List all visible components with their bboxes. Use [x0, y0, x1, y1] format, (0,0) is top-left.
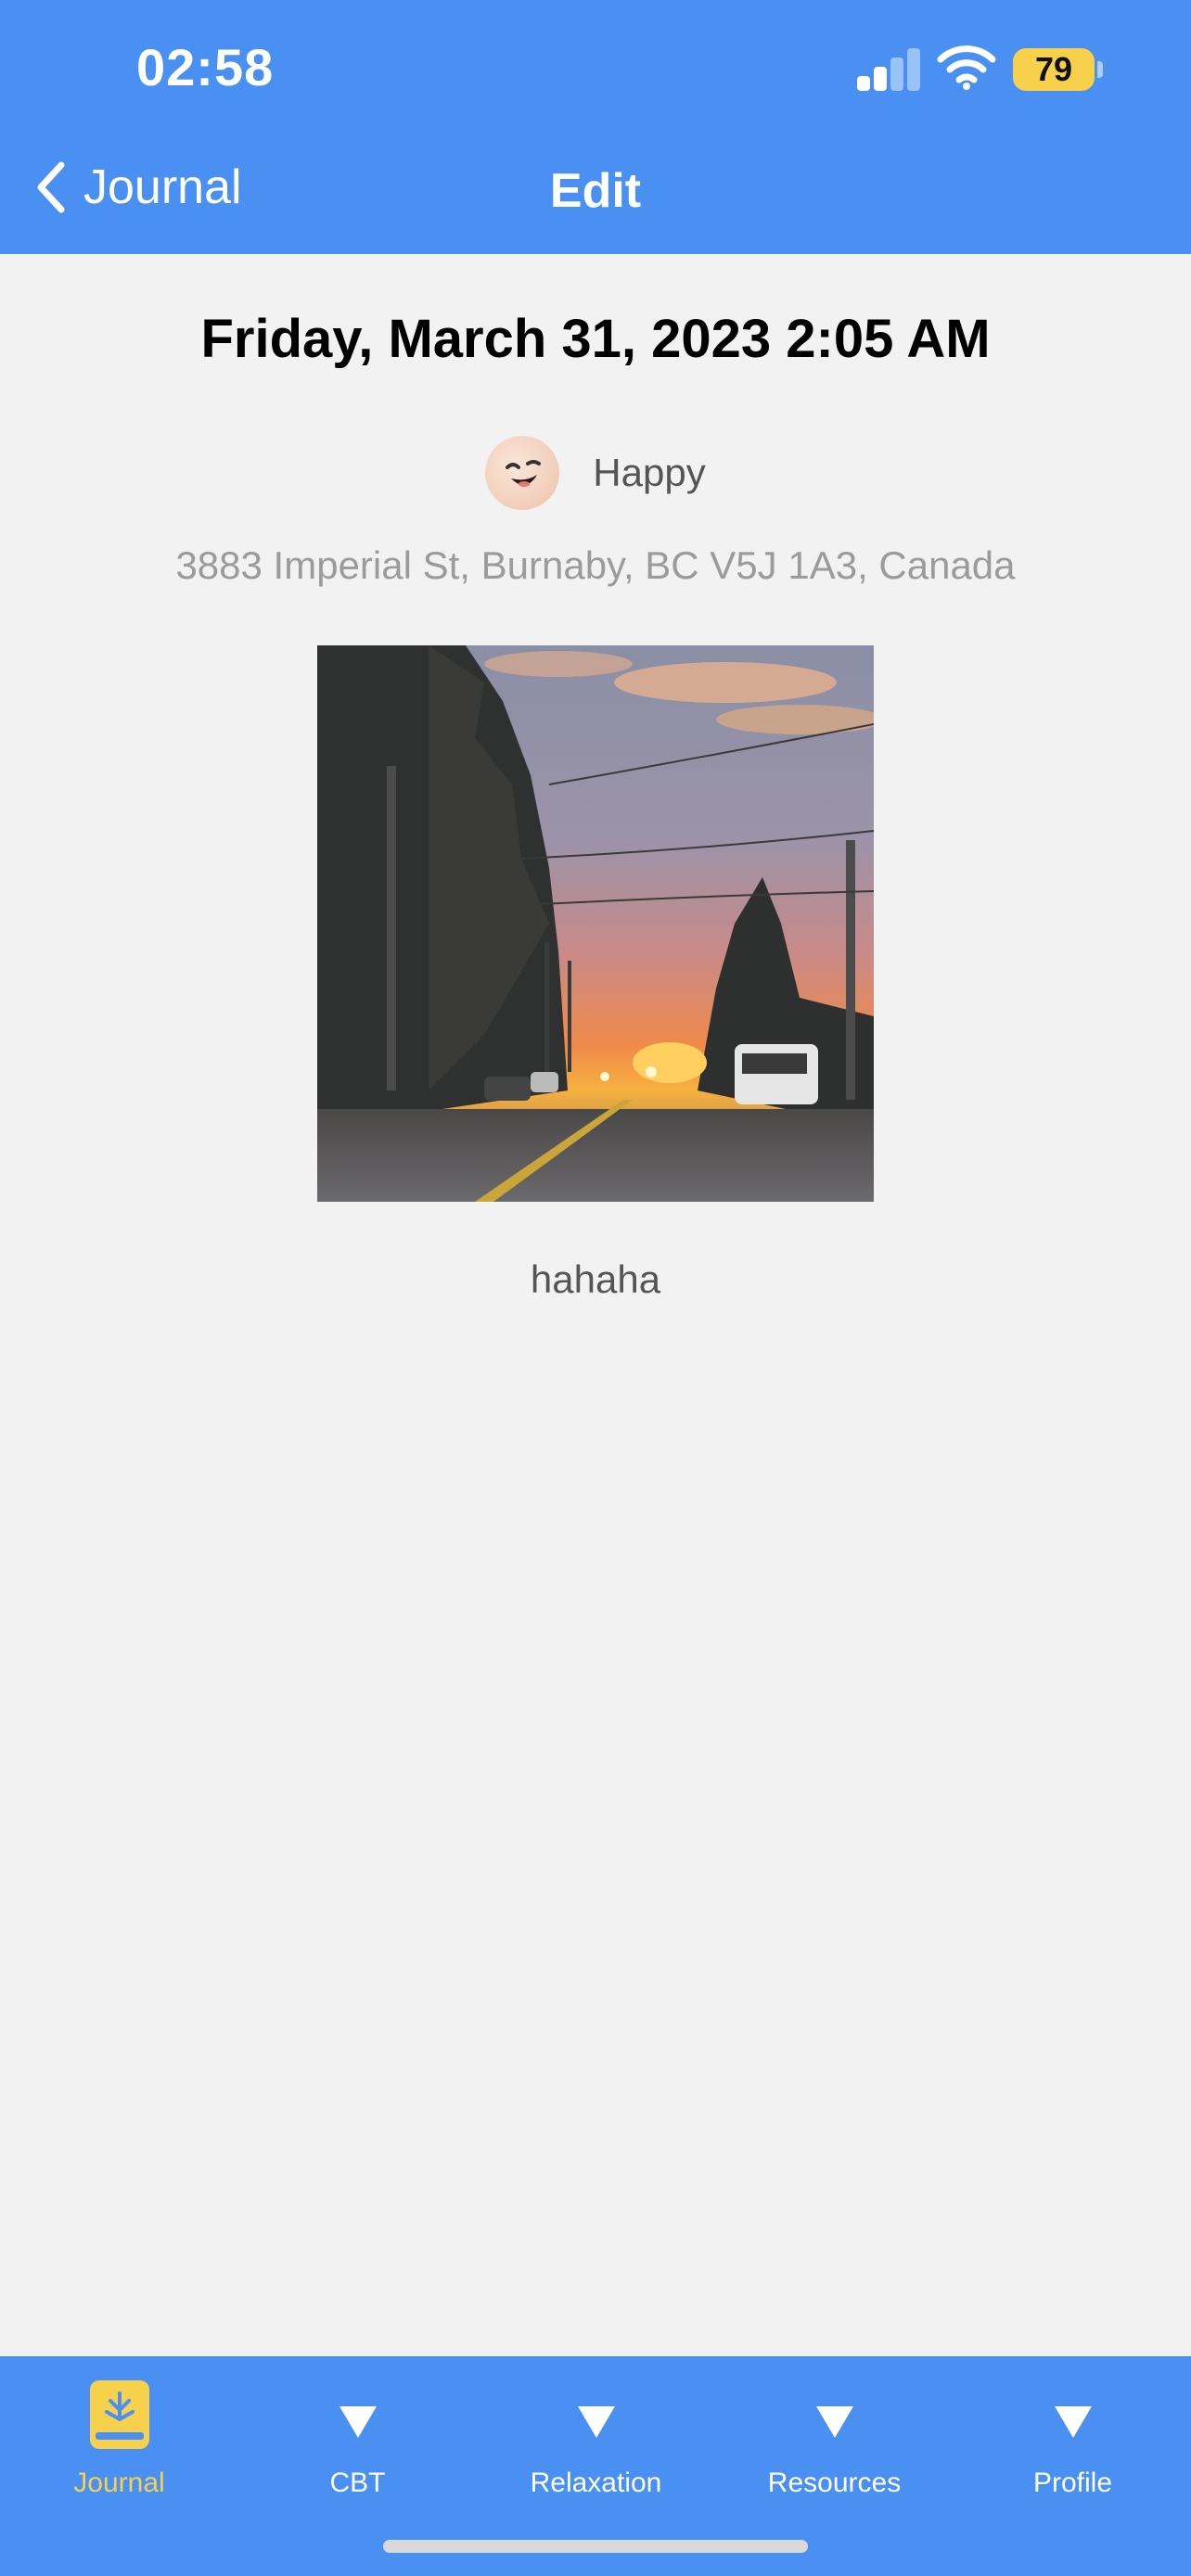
tab-journal[interactable]: Journal [0, 2356, 238, 2505]
tab-label: Resources [767, 2468, 902, 2498]
triangle-down-icon [577, 2406, 615, 2438]
entry-location: 3883 Imperial St, Burnaby, BC V5J 1A3, C… [175, 543, 1016, 587]
mood-label: Happy [593, 451, 706, 494]
tab-cbt[interactable]: CBT [238, 2356, 477, 2505]
tab-label: Journal [73, 2468, 165, 2498]
entry-text: hahaha [530, 1257, 661, 1301]
header: 02:58 79 Journal Edit [0, 0, 1191, 254]
mood-row: Happy [0, 436, 1191, 510]
cellular-signal-icon [857, 46, 920, 91]
journal-book-icon [89, 2380, 149, 2449]
triangle-down-icon [339, 2406, 377, 2438]
battery-cap [1097, 61, 1103, 78]
tab-label: Profile [1032, 2468, 1113, 2498]
entry-photo[interactable] [317, 645, 874, 1202]
entry-date: Friday, March 31, 2023 2:05 AM [200, 309, 991, 369]
wifi-icon [937, 45, 996, 90]
happy-face-icon [485, 436, 560, 510]
tab-profile[interactable]: Profile [954, 2356, 1191, 2505]
triangle-down-icon [815, 2406, 853, 2438]
status-time: 02:58 [136, 38, 275, 96]
home-indicator[interactable] [383, 2540, 808, 2553]
tab-label: CBT [329, 2468, 386, 2498]
tab-label: Relaxation [530, 2468, 662, 2498]
tab-resources[interactable]: Resources [715, 2356, 954, 2505]
battery-indicator: 79 [1013, 48, 1095, 91]
tab-relaxation[interactable]: Relaxation [477, 2356, 715, 2505]
triangle-down-icon [1054, 2406, 1092, 2438]
page-title: Edit [549, 164, 642, 218]
